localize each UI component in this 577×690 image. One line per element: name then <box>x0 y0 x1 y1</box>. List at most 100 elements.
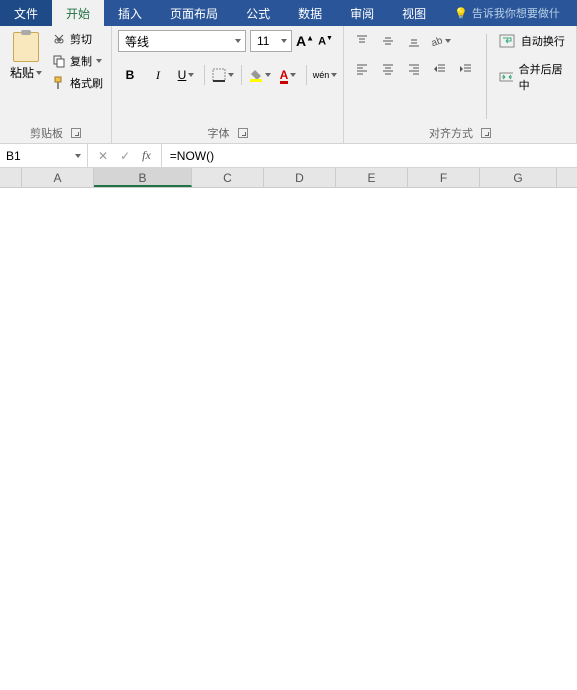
chevron-down-icon <box>290 73 296 77</box>
select-all-corner[interactable] <box>0 168 22 187</box>
tab-formulas[interactable]: 公式 <box>232 0 284 26</box>
paintbrush-icon <box>52 76 66 90</box>
format-painter-button[interactable]: 格式刷 <box>50 74 105 92</box>
chevron-down-icon <box>265 73 271 77</box>
column-header-D[interactable]: D <box>264 168 336 187</box>
merge-center-button[interactable]: 合并后居中 <box>495 58 570 96</box>
chevron-down-icon <box>331 73 337 77</box>
name-box-value: B1 <box>6 149 21 163</box>
chevron-down-icon <box>281 39 287 43</box>
wrap-icon <box>499 33 515 49</box>
align-right-button[interactable] <box>402 58 426 80</box>
cut-button[interactable]: 剪切 <box>50 30 105 48</box>
column-header-C[interactable]: C <box>192 168 264 187</box>
menu-tabs: 文件 开始 插入 页面布局 公式 数据 审阅 视图 💡 告诉我你想要做什 <box>0 0 577 26</box>
group-font: 等线 11 A▲ A▼ B I U <box>112 26 344 143</box>
column-header-A[interactable]: A <box>22 168 94 187</box>
fill-color-button[interactable] <box>248 64 272 86</box>
align-middle-icon <box>381 34 395 48</box>
orientation-icon: ab <box>429 34 443 48</box>
chevron-down-icon <box>75 154 81 158</box>
decrease-indent-button[interactable] <box>428 58 452 80</box>
tab-review[interactable]: 审阅 <box>336 0 388 26</box>
tab-file[interactable]: 文件 <box>0 0 52 26</box>
align-bottom-icon <box>407 34 421 48</box>
font-size-select[interactable]: 11 <box>250 30 292 52</box>
copy-label: 复制 <box>70 53 92 69</box>
group-alignment: ab 自动换行 合并后居中 <box>344 26 577 143</box>
font-color-button[interactable]: A <box>276 64 300 86</box>
wrap-label: 自动换行 <box>521 33 565 49</box>
formula-input[interactable]: =NOW() <box>162 144 577 167</box>
font-name-value: 等线 <box>125 33 149 50</box>
border-icon <box>212 68 226 82</box>
decrease-font-button[interactable]: A▼ <box>318 35 333 48</box>
svg-text:ab: ab <box>430 35 443 48</box>
align-center-icon <box>381 62 395 76</box>
italic-button[interactable]: I <box>146 64 170 86</box>
formula-tools: ✕ ✓ fx <box>88 144 162 167</box>
tell-me[interactable]: 💡 告诉我你想要做什 <box>440 0 574 26</box>
scissors-icon <box>52 32 66 46</box>
increase-indent-button[interactable] <box>454 58 478 80</box>
border-button[interactable] <box>211 64 235 86</box>
chevron-down-icon <box>228 73 234 77</box>
column-header-B[interactable]: B <box>94 168 192 187</box>
align-left-icon <box>355 62 369 76</box>
chevron-down-icon <box>188 73 194 77</box>
dialog-launcher-icon[interactable] <box>238 128 248 138</box>
cut-label: 剪切 <box>70 31 92 47</box>
dialog-launcher-icon[interactable] <box>481 128 491 138</box>
tab-insert[interactable]: 插入 <box>104 0 156 26</box>
merge-label: 合并后居中 <box>519 61 566 93</box>
clipboard-group-label: 剪贴板 <box>30 125 63 141</box>
align-top-button[interactable] <box>350 30 374 52</box>
bold-button[interactable]: B <box>118 64 142 86</box>
align-middle-button[interactable] <box>376 30 400 52</box>
indent-icon <box>459 62 473 76</box>
tab-view[interactable]: 视图 <box>388 0 440 26</box>
column-header-G[interactable]: G <box>480 168 557 187</box>
cancel-formula-button[interactable]: ✕ <box>98 149 108 163</box>
ribbon: 粘贴 剪切 复制 <box>0 26 577 144</box>
tab-home[interactable]: 开始 <box>52 0 104 26</box>
chevron-down-icon <box>96 59 102 63</box>
fx-icon[interactable]: fx <box>142 148 151 163</box>
dialog-launcher-icon[interactable] <box>71 128 81 138</box>
tab-page-layout[interactable]: 页面布局 <box>156 0 232 26</box>
font-group-label: 字体 <box>208 125 230 141</box>
phonetic-button[interactable]: wén <box>313 64 337 86</box>
outdent-icon <box>433 62 447 76</box>
column-headers: ABCDEFG <box>0 168 577 188</box>
formula-bar: B1 ✕ ✓ fx =NOW() <box>0 144 577 168</box>
bucket-icon <box>249 68 263 82</box>
copy-icon <box>52 54 66 68</box>
name-box[interactable]: B1 <box>0 144 88 167</box>
align-left-button[interactable] <box>350 58 374 80</box>
clipboard-icon <box>13 32 39 62</box>
column-header-E[interactable]: E <box>336 168 408 187</box>
font-name-select[interactable]: 等线 <box>118 30 246 52</box>
orientation-button[interactable]: ab <box>428 30 452 52</box>
merge-icon <box>499 69 513 85</box>
align-group-label: 对齐方式 <box>429 125 473 141</box>
bulb-icon: 💡 <box>454 7 468 20</box>
accept-formula-button[interactable]: ✓ <box>120 149 130 163</box>
tab-data[interactable]: 数据 <box>284 0 336 26</box>
align-right-icon <box>407 62 421 76</box>
increase-font-button[interactable]: A▲ <box>296 33 314 49</box>
underline-button[interactable]: U <box>174 64 198 86</box>
chevron-down-icon <box>235 39 241 43</box>
paste-label: 粘贴 <box>10 64 34 81</box>
align-top-icon <box>355 34 369 48</box>
group-clipboard: 粘贴 剪切 复制 <box>0 26 112 143</box>
chevron-down-icon <box>445 39 451 43</box>
align-bottom-button[interactable] <box>402 30 426 52</box>
paste-button[interactable]: 粘贴 <box>6 30 46 83</box>
align-center-button[interactable] <box>376 58 400 80</box>
tell-me-label: 告诉我你想要做什 <box>472 5 560 21</box>
wrap-text-button[interactable]: 自动换行 <box>495 30 570 52</box>
font-size-value: 11 <box>257 34 269 48</box>
column-header-F[interactable]: F <box>408 168 480 187</box>
copy-button[interactable]: 复制 <box>50 52 105 70</box>
